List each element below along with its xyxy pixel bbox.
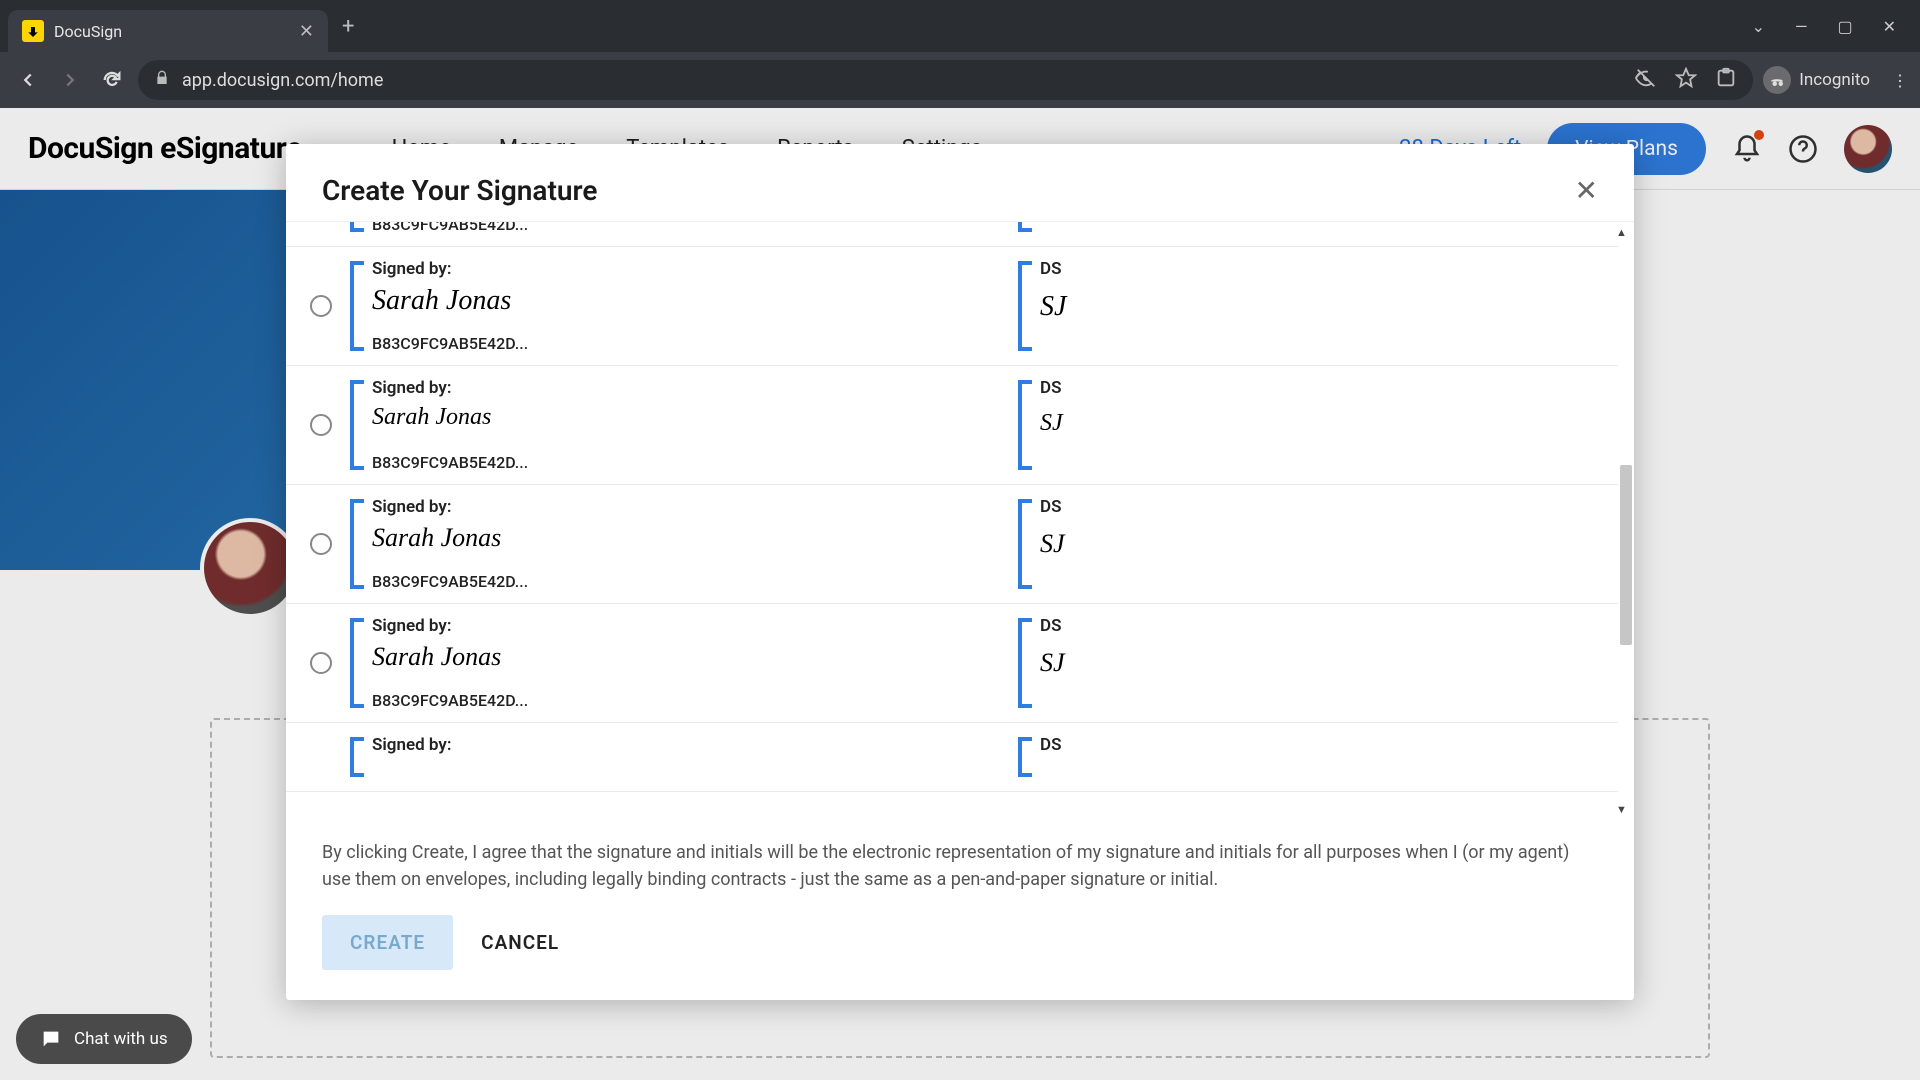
bracket-icon [1018, 221, 1032, 232]
signature-name: Sarah Jonas [372, 642, 501, 672]
signed-by-label: Signed by: [372, 497, 451, 517]
bracket-icon [350, 380, 364, 470]
signature-name: Sarah Jonas [372, 404, 491, 431]
cancel-button[interactable]: CANCEL [481, 931, 559, 954]
radio-button[interactable] [310, 533, 332, 555]
ds-label: DS [1040, 497, 1061, 517]
signature-name: Sarah Jonas [372, 523, 501, 553]
signature-option[interactable]: Signed by: DS [286, 723, 1618, 792]
scroll-up-icon[interactable]: ▲ [1616, 226, 1630, 240]
signature-option[interactable]: Signed by: Sarah Jonas B83C9FC9AB5E42D..… [286, 485, 1618, 604]
signature-option[interactable]: Signed by: Sarah Jonas B83C9FC9AB5E42D..… [286, 247, 1618, 366]
chat-label: Chat with us [74, 1029, 168, 1049]
modal-title: Create Your Signature [322, 174, 597, 207]
ds-label: DS [1040, 378, 1061, 398]
address-bar[interactable]: app.docusign.com/home [138, 60, 1753, 100]
modal-actions: CREATE CANCEL [286, 901, 1634, 1000]
signature-option[interactable]: B83C9FC9AB5E42D... [286, 221, 1618, 247]
ds-label: DS [1040, 735, 1061, 755]
signed-by-label: Signed by: [372, 735, 451, 755]
close-window-icon[interactable]: ✕ [1883, 17, 1896, 36]
signature-code: B83C9FC9AB5E42D... [372, 334, 528, 353]
forward-button[interactable] [54, 64, 86, 96]
signature-name: Sarah Jonas [372, 285, 511, 317]
bracket-icon [1018, 261, 1032, 351]
bracket-icon [350, 221, 364, 232]
new-tab-button[interactable]: + [342, 14, 354, 39]
disclaimer-text: By clicking Create, I agree that the sig… [286, 821, 1634, 901]
incognito-label: Incognito [1799, 70, 1870, 90]
bracket-icon [350, 261, 364, 351]
bracket-icon [1018, 618, 1032, 708]
extensions-icon[interactable] [1715, 67, 1737, 94]
scroll-down-icon[interactable]: ▼ [1616, 803, 1630, 817]
url-text: app.docusign.com/home [182, 70, 383, 91]
initials-text: SJ [1040, 648, 1065, 678]
signature-code: B83C9FC9AB5E42D... [372, 572, 528, 591]
browser-tab-strip: DocuSign ✕ + ⌄ ― ▢ ✕ [0, 0, 1920, 52]
signature-code: B83C9FC9AB5E42D... [372, 453, 528, 472]
radio-button[interactable] [310, 414, 332, 436]
create-button[interactable]: CREATE [322, 915, 453, 970]
signed-by-label: Signed by: [372, 259, 451, 279]
minimize-icon[interactable]: ― [1795, 17, 1808, 36]
close-icon[interactable]: ✕ [1575, 174, 1598, 207]
favicon-icon [22, 20, 44, 42]
bracket-icon [1018, 380, 1032, 470]
scrollbar-track[interactable] [1620, 240, 1634, 803]
bracket-icon [350, 737, 364, 777]
eye-off-icon[interactable] [1635, 67, 1657, 94]
app-viewport: DocuSign eSignature Home Manage Template… [0, 108, 1920, 1080]
incognito-icon [1763, 66, 1791, 94]
reload-button[interactable] [96, 64, 128, 96]
initials-text: SJ [1040, 529, 1065, 559]
incognito-badge[interactable]: Incognito [1763, 66, 1870, 94]
signature-option[interactable]: Signed by: Sarah Jonas B83C9FC9AB5E42D..… [286, 366, 1618, 485]
signature-scroll-area: B83C9FC9AB5E42D... Signed by: Sarah Jona… [286, 221, 1634, 821]
tab-close-icon[interactable]: ✕ [299, 21, 314, 42]
chat-icon [40, 1028, 62, 1050]
signature-code: B83C9FC9AB5E42D... [372, 691, 528, 710]
radio-button[interactable] [310, 295, 332, 317]
signed-by-label: Signed by: [372, 378, 451, 398]
signature-option[interactable]: Signed by: Sarah Jonas B83C9FC9AB5E42D..… [286, 604, 1618, 723]
chat-widget[interactable]: Chat with us [16, 1014, 192, 1064]
address-bar-icons [1635, 67, 1737, 94]
signature-list: B83C9FC9AB5E42D... Signed by: Sarah Jona… [286, 221, 1618, 792]
bracket-icon [350, 618, 364, 708]
bracket-icon [1018, 499, 1032, 589]
address-bar-row: app.docusign.com/home Incognito ⋮ [0, 52, 1920, 108]
scrollbar-thumb[interactable] [1620, 465, 1632, 645]
bracket-icon [1018, 737, 1032, 777]
browser-menu-icon[interactable]: ⋮ [1892, 71, 1908, 90]
modal-header: Create Your Signature ✕ [286, 144, 1634, 221]
initials-text: SJ [1040, 291, 1066, 323]
initials-text: SJ [1040, 410, 1063, 437]
bookmark-star-icon[interactable] [1675, 67, 1697, 94]
signed-by-label: Signed by: [372, 616, 451, 636]
lock-icon [154, 70, 170, 91]
chevron-down-icon[interactable]: ⌄ [1752, 17, 1765, 36]
maximize-icon[interactable]: ▢ [1837, 17, 1852, 36]
ds-label: DS [1040, 259, 1061, 279]
tab-title: DocuSign [54, 22, 289, 41]
signature-code: B83C9FC9AB5E42D... [372, 221, 528, 234]
bracket-icon [350, 499, 364, 589]
browser-tab[interactable]: DocuSign ✕ [8, 10, 328, 52]
radio-button[interactable] [310, 652, 332, 674]
ds-label: DS [1040, 616, 1061, 636]
back-button[interactable] [12, 64, 44, 96]
create-signature-modal: Create Your Signature ✕ B83C9FC9AB5E42D.… [286, 144, 1634, 1000]
window-controls: ⌄ ― ▢ ✕ [1752, 17, 1912, 36]
